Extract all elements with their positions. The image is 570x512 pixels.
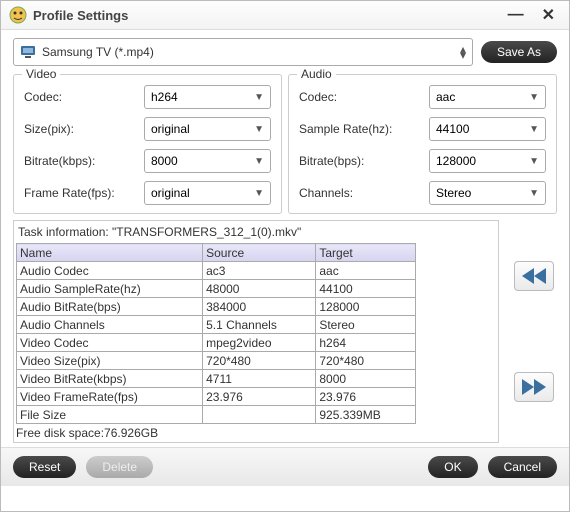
chevron-down-icon: ▼ <box>254 124 264 135</box>
video-legend: Video <box>22 67 60 81</box>
audio-samplerate-select[interactable]: 44100▼ <box>429 117 546 141</box>
nav-column <box>499 220 569 443</box>
settings-panels: Video Codec:h264▼ Size(pix):original▼ Bi… <box>1 74 569 220</box>
video-codec-label: Codec: <box>24 90 144 104</box>
audio-codec-select[interactable]: aac▼ <box>429 85 546 109</box>
bottom-bar: Reset Delete OK Cancel <box>1 447 569 486</box>
profile-select[interactable]: Samsung TV (*.mp4) ▴▾ <box>13 38 473 66</box>
task-info-box: Task information: "TRANSFORMERS_312_1(0)… <box>13 220 499 443</box>
video-bitrate-select[interactable]: 8000▼ <box>144 149 271 173</box>
video-framerate-label: Frame Rate(fps): <box>24 186 144 200</box>
audio-codec-label: Codec: <box>299 90 429 104</box>
window-title: Profile Settings <box>33 8 496 23</box>
audio-samplerate-label: Sample Rate(hz): <box>299 122 429 136</box>
table-row[interactable]: Audio Channels5.1 ChannelsStereo <box>17 316 416 334</box>
col-source[interactable]: Source <box>203 244 316 262</box>
video-codec-select[interactable]: h264▼ <box>144 85 271 109</box>
cancel-button[interactable]: Cancel <box>488 456 557 478</box>
audio-channels-label: Channels: <box>299 186 429 200</box>
chevron-down-icon: ▼ <box>529 156 539 167</box>
table-row[interactable]: Audio SampleRate(hz)4800044100 <box>17 280 416 298</box>
chevron-down-icon: ▼ <box>529 92 539 103</box>
minimize-button[interactable]: — <box>502 6 530 24</box>
col-target[interactable]: Target <box>316 244 416 262</box>
profile-settings-window: Profile Settings — ✕ Samsung TV (*.mp4) … <box>0 0 570 512</box>
titlebar: Profile Settings — ✕ <box>1 1 569 30</box>
save-as-button[interactable]: Save As <box>481 41 557 63</box>
reset-button[interactable]: Reset <box>13 456 76 478</box>
lower-panel: Task information: "TRANSFORMERS_312_1(0)… <box>1 220 569 447</box>
app-icon <box>9 6 27 24</box>
close-button[interactable]: ✕ <box>536 5 561 25</box>
chevron-down-icon: ▼ <box>254 92 264 103</box>
free-disk-space: Free disk space:76.926GB <box>16 424 496 440</box>
profile-select-text: Samsung TV (*.mp4) <box>42 45 460 59</box>
video-fieldset: Video Codec:h264▼ Size(pix):original▼ Bi… <box>13 74 282 214</box>
video-framerate-select[interactable]: original▼ <box>144 181 271 205</box>
chevron-down-icon: ▼ <box>529 124 539 135</box>
spinner-icon: ▴▾ <box>460 46 466 58</box>
audio-legend: Audio <box>297 67 336 81</box>
table-row[interactable]: Video Size(pix)720*480720*480 <box>17 352 416 370</box>
task-header: Task information: "TRANSFORMERS_312_1(0)… <box>16 223 496 243</box>
audio-bitrate-select[interactable]: 128000▼ <box>429 149 546 173</box>
profile-row: Samsung TV (*.mp4) ▴▾ Save As <box>1 30 569 74</box>
video-size-label: Size(pix): <box>24 122 144 136</box>
tv-icon <box>20 45 36 59</box>
audio-channels-select[interactable]: Stereo▼ <box>429 181 546 205</box>
table-row[interactable]: Audio Codecac3aac <box>17 262 416 280</box>
chevron-down-icon: ▼ <box>254 188 264 199</box>
video-size-select[interactable]: original▼ <box>144 117 271 141</box>
delete-button[interactable]: Delete <box>86 456 153 478</box>
audio-fieldset: Audio Codec:aac▼ Sample Rate(hz):44100▼ … <box>288 74 557 214</box>
fast-forward-icon <box>522 379 546 395</box>
ok-button[interactable]: OK <box>428 456 477 478</box>
video-bitrate-label: Bitrate(kbps): <box>24 154 144 168</box>
table-row[interactable]: Video BitRate(kbps)47118000 <box>17 370 416 388</box>
table-row[interactable]: Video FrameRate(fps)23.97623.976 <box>17 388 416 406</box>
next-button[interactable] <box>514 372 554 402</box>
table-row[interactable]: File Size925.339MB <box>17 406 416 424</box>
chevron-down-icon: ▼ <box>529 188 539 199</box>
table-row[interactable]: Video Codecmpeg2videoh264 <box>17 334 416 352</box>
prev-button[interactable] <box>514 261 554 291</box>
audio-bitrate-label: Bitrate(bps): <box>299 154 429 168</box>
chevron-down-icon: ▼ <box>254 156 264 167</box>
task-table: Name Source Target Audio Codecac3aacAudi… <box>16 243 416 424</box>
table-row[interactable]: Audio BitRate(bps)384000128000 <box>17 298 416 316</box>
rewind-icon <box>522 268 546 284</box>
col-name[interactable]: Name <box>17 244 203 262</box>
